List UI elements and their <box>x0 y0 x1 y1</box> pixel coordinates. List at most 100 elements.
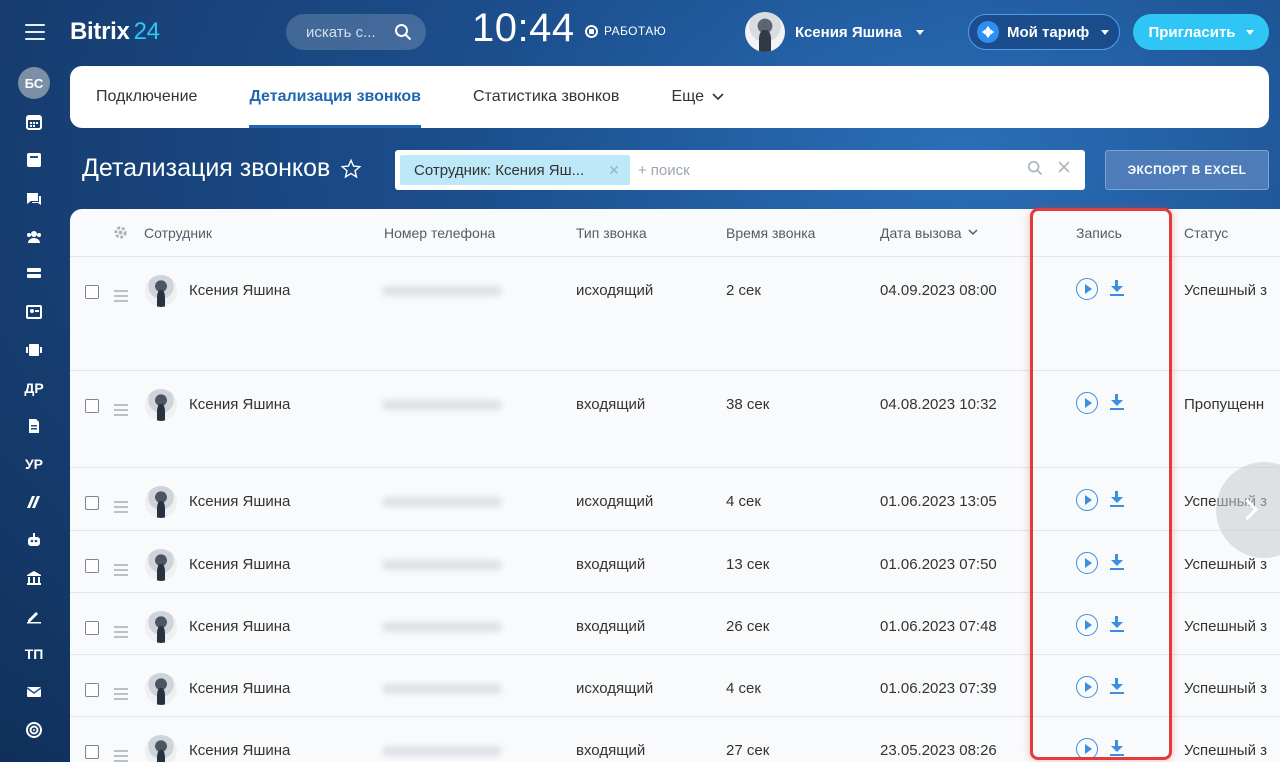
close-icon[interactable]: ✕ <box>608 162 620 179</box>
stripes-icon[interactable] <box>0 487 68 517</box>
drag-handle-icon[interactable] <box>114 468 128 530</box>
employee-name[interactable]: Ксения Яшина <box>189 717 290 762</box>
work-status[interactable]: РАБОТАЮ <box>585 24 666 38</box>
search-icon[interactable] <box>394 23 412 41</box>
disk-icon[interactable] <box>0 145 68 175</box>
employee-name[interactable]: Ксения Яшина <box>189 371 290 467</box>
tariff-button[interactable]: Мой тариф <box>968 14 1120 50</box>
row-checkbox[interactable] <box>85 371 99 467</box>
signature-icon[interactable] <box>0 601 68 631</box>
sidebar-item-tp[interactable]: ТП <box>0 639 68 669</box>
play-icon[interactable] <box>1076 392 1098 414</box>
robot-icon[interactable] <box>0 525 68 555</box>
call-type: исходящий <box>576 493 654 510</box>
crm-icon[interactable] <box>0 258 68 288</box>
col-recording[interactable]: Запись <box>1076 209 1122 256</box>
contacts-icon[interactable] <box>0 297 68 327</box>
col-status[interactable]: Статус <box>1184 209 1228 256</box>
download-icon[interactable] <box>1110 489 1124 509</box>
target-icon[interactable] <box>0 715 68 745</box>
page-title-wrap: Детализация звонков <box>82 154 362 183</box>
call-duration: 38 сек <box>726 396 770 413</box>
play-icon[interactable] <box>1076 552 1098 574</box>
employee-name[interactable]: Ксения Яшина <box>189 257 290 370</box>
call-status: Пропущенн <box>1184 396 1265 413</box>
document-icon[interactable] <box>0 411 68 441</box>
chat-icon[interactable] <box>0 184 68 214</box>
row-checkbox[interactable] <box>85 468 99 530</box>
employee-avatar <box>145 531 177 592</box>
sites-icon[interactable] <box>0 335 68 365</box>
employee-name[interactable]: Ксения Яшина <box>189 593 290 654</box>
employee-name[interactable]: Ксения Яшина <box>189 468 290 530</box>
call-status: Успешный з <box>1184 680 1268 697</box>
download-icon[interactable] <box>1110 738 1124 758</box>
call-date: 01.06.2023 07:50 <box>880 556 997 573</box>
download-icon[interactable] <box>1110 676 1124 696</box>
table-row[interactable]: Ксения Яшина входящий 26 сек 01.06.2023 … <box>70 593 1280 655</box>
tab-more[interactable]: Еще <box>671 66 724 128</box>
mail-icon[interactable] <box>0 677 68 707</box>
col-phone[interactable]: Номер телефона <box>384 209 495 256</box>
row-checkbox[interactable] <box>85 593 99 654</box>
play-icon[interactable] <box>1076 278 1098 300</box>
play-icon[interactable] <box>1076 738 1098 760</box>
recording-controls <box>1076 371 1124 467</box>
call-status: Успешный з <box>1184 282 1268 299</box>
search-icon[interactable] <box>1027 160 1043 176</box>
calendar-icon[interactable] <box>0 107 68 137</box>
clock[interactable]: 10:44 <box>472 6 575 51</box>
invite-button[interactable]: Пригласить <box>1133 14 1269 50</box>
col-employee[interactable]: Сотрудник <box>144 209 212 256</box>
clear-icon[interactable] <box>1057 160 1071 174</box>
play-icon[interactable] <box>1076 676 1098 698</box>
drag-handle-icon[interactable] <box>114 257 128 370</box>
row-checkbox[interactable] <box>85 717 99 762</box>
download-icon[interactable] <box>1110 552 1124 572</box>
drag-handle-icon[interactable] <box>114 371 128 467</box>
table-row[interactable]: Ксения Яшина входящий 13 сек 01.06.2023 … <box>70 531 1280 593</box>
col-call-type[interactable]: Тип звонка <box>576 209 647 256</box>
download-icon[interactable] <box>1110 278 1124 298</box>
col-duration[interactable]: Время звонка <box>726 209 815 256</box>
table-row[interactable]: Ксения Яшина входящий 27 сек 23.05.2023 … <box>70 717 1280 762</box>
sidebar-item-ur[interactable]: УР <box>0 449 68 479</box>
employee-name[interactable]: Ксения Яшина <box>189 531 290 592</box>
download-icon[interactable] <box>1110 614 1124 634</box>
drag-handle-icon[interactable] <box>114 593 128 654</box>
tab-connection[interactable]: Подключение <box>96 66 197 128</box>
row-checkbox[interactable] <box>85 257 99 370</box>
user-menu[interactable]: Ксения Яшина <box>745 12 924 52</box>
sidebar-avatar-initials: БС <box>18 67 50 99</box>
star-icon[interactable] <box>340 158 362 180</box>
sidebar-avatar[interactable]: БС <box>0 67 68 99</box>
tab-call-stats[interactable]: Статистика звонков <box>473 66 619 128</box>
header-search[interactable]: искать с... <box>286 14 426 50</box>
settings-gear-icon[interactable] <box>113 209 128 256</box>
sidebar-item-dr[interactable]: ДР <box>0 373 68 403</box>
col-date[interactable]: Дата вызова <box>880 209 978 256</box>
drag-handle-icon[interactable] <box>114 655 128 716</box>
tab-call-details[interactable]: Детализация звонков <box>249 66 421 128</box>
table-row[interactable]: Ксения Яшина входящий 38 сек 04.08.2023 … <box>70 371 1280 468</box>
employee-name[interactable]: Ксения Яшина <box>189 655 290 716</box>
filter-chip[interactable]: Сотрудник: Ксения Яш... ✕ <box>400 155 630 185</box>
table-row[interactable]: Ксения Яшина исходящий 4 сек 01.06.2023 … <box>70 655 1280 717</box>
row-checkbox[interactable] <box>85 531 99 592</box>
table-row[interactable]: Ксения Яшина исходящий 4 сек 01.06.2023 … <box>70 468 1280 531</box>
filter-search-input[interactable]: + поиск <box>638 162 690 179</box>
call-date: 04.08.2023 10:32 <box>880 396 997 413</box>
team-icon[interactable] <box>0 222 68 252</box>
row-checkbox[interactable] <box>85 655 99 716</box>
play-icon[interactable] <box>1076 489 1098 511</box>
export-excel-button[interactable]: ЭКСПОРТ В EXCEL <box>1105 150 1269 190</box>
filter-bar[interactable]: Сотрудник: Ксения Яш... ✕ + поиск <box>395 150 1085 190</box>
bitrix-logo[interactable]: Bitrix 24 <box>70 18 160 46</box>
play-icon[interactable] <box>1076 614 1098 636</box>
drag-handle-icon[interactable] <box>114 531 128 592</box>
table-row[interactable]: Ксения Яшина исходящий 2 сек 04.09.2023 … <box>70 257 1280 371</box>
drag-handle-icon[interactable] <box>114 717 128 762</box>
menu-icon[interactable] <box>25 24 45 40</box>
store-icon[interactable] <box>0 563 68 593</box>
download-icon[interactable] <box>1110 392 1124 412</box>
